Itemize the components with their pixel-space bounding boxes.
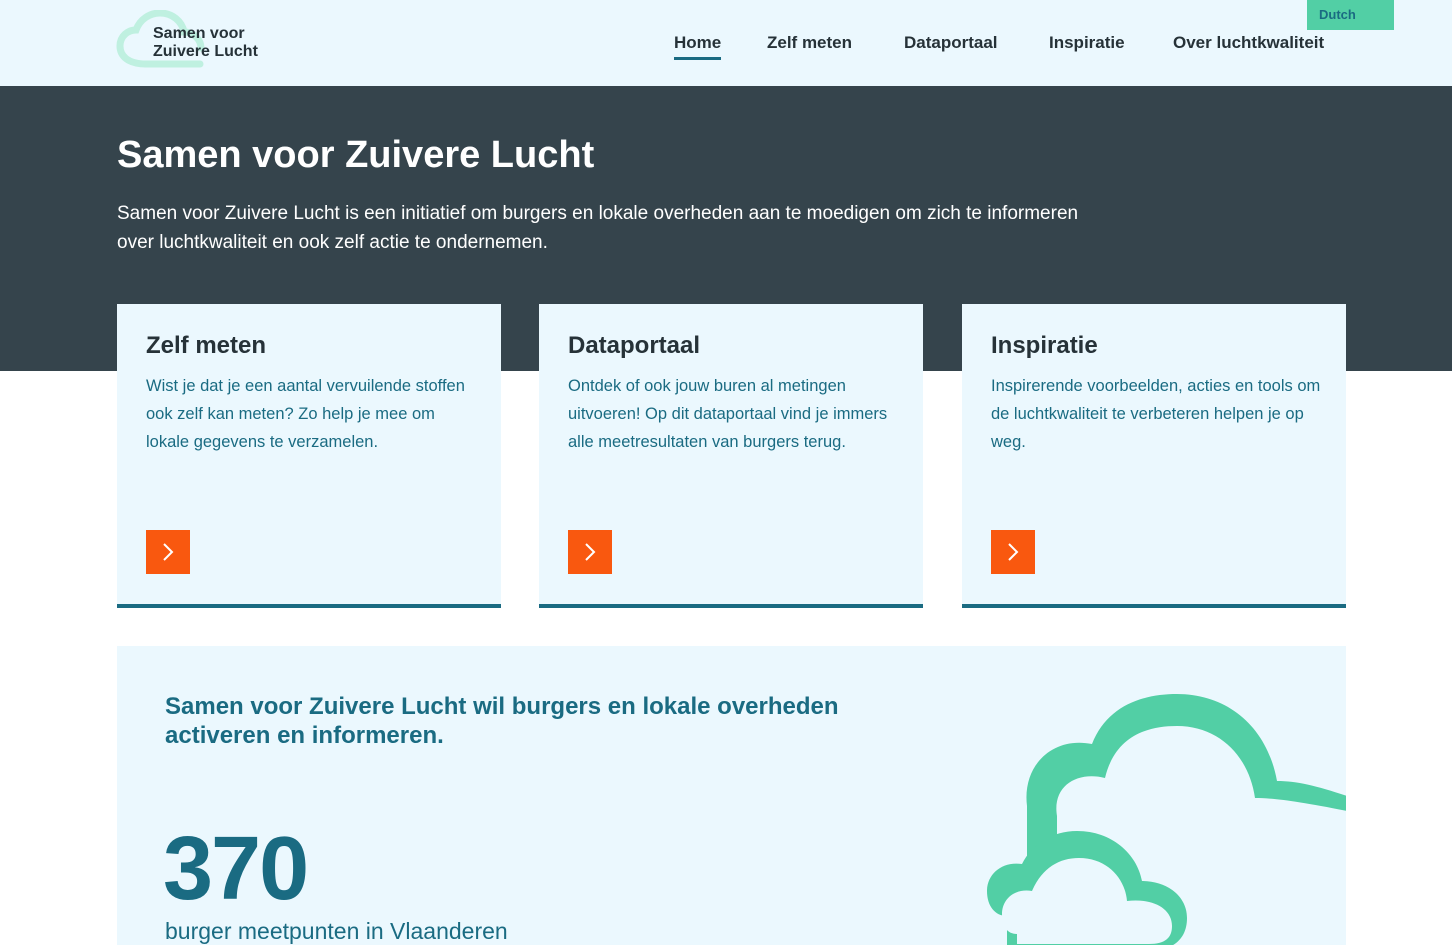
card-text: Wist je dat je een aantal vervuilende st… bbox=[146, 377, 465, 451]
cloud-illustration bbox=[987, 694, 1346, 945]
stats-label: burger meetpunten in Vlaanderen bbox=[165, 918, 508, 944]
card-text: Inspirerende voorbeelden, acties en tool… bbox=[991, 377, 1321, 451]
stats-section: Samen voor Zuivere Lucht wil burgers en … bbox=[117, 646, 1346, 945]
card-dataportaal-button[interactable] bbox=[568, 530, 612, 574]
main-nav: Home Zelf meten Dataportaal Inspiratie O… bbox=[0, 33, 1452, 63]
card-zelf-meten: Zelf meten Wist je dat je een aantal ver… bbox=[117, 304, 501, 608]
card-title: Zelf meten bbox=[146, 332, 267, 359]
card-title: Inspiratie bbox=[991, 332, 1098, 359]
chevron-right-icon bbox=[585, 543, 596, 561]
card-dataportaal: Dataportaal Ontdek of ook jouw buren al … bbox=[539, 304, 923, 608]
card-inspiratie-button[interactable] bbox=[991, 530, 1035, 574]
card-inspiratie: Inspiratie Inspirerende voorbeelden, act… bbox=[962, 304, 1346, 608]
nav-inspiratie[interactable]: Inspiratie bbox=[1049, 33, 1125, 53]
stats-number: 370 bbox=[163, 819, 309, 919]
nav-zelf-meten[interactable]: Zelf meten bbox=[767, 33, 852, 53]
chevron-right-icon bbox=[1008, 543, 1019, 561]
hero-text: Samen voor Zuivere Lucht is een initiati… bbox=[117, 203, 1079, 253]
site-header: Samen voor Zuivere Lucht Home Zelf meten… bbox=[0, 0, 1452, 86]
hero-title: Samen voor Zuivere Lucht bbox=[117, 134, 595, 176]
nav-over-luchtkwaliteit[interactable]: Over luchtkwaliteit bbox=[1173, 33, 1324, 53]
card-title: Dataportaal bbox=[568, 332, 701, 359]
chevron-right-icon bbox=[163, 543, 174, 561]
stats-heading: Samen voor Zuivere Lucht wil burgers en … bbox=[165, 693, 839, 749]
nav-dataportaal[interactable]: Dataportaal bbox=[904, 33, 998, 53]
language-selector[interactable]: Dutch bbox=[1307, 0, 1394, 30]
card-text: Ontdek of ook jouw buren al metingen uit… bbox=[568, 377, 888, 451]
nav-home[interactable]: Home bbox=[674, 33, 722, 60]
card-zelf-meten-button[interactable] bbox=[146, 530, 190, 574]
